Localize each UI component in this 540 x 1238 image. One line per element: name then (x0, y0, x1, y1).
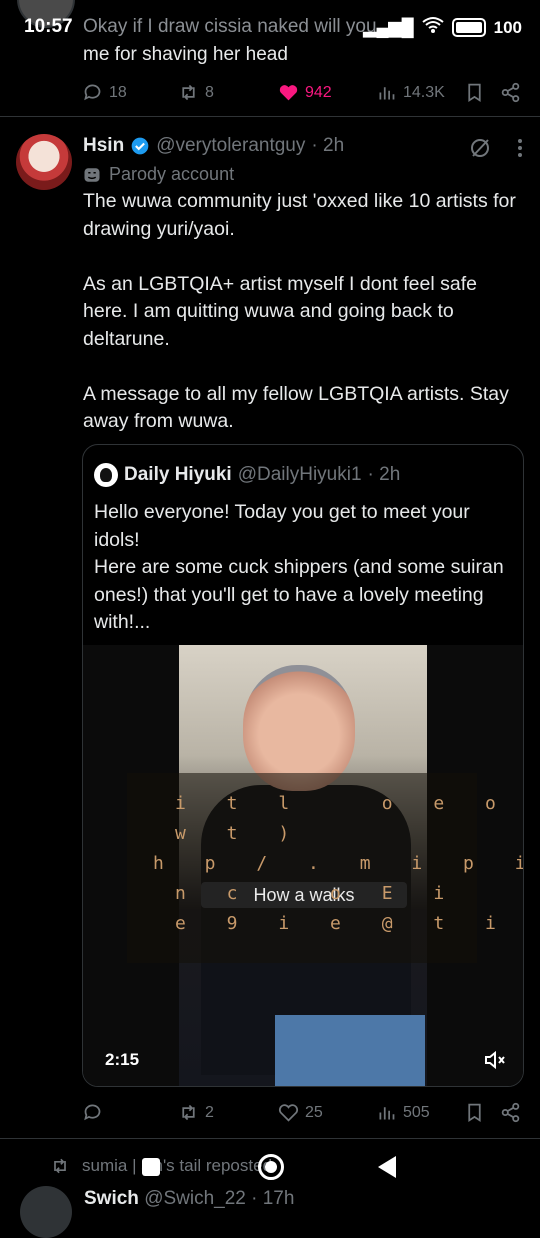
parody-label-text: Parody account (109, 164, 235, 184)
next-tweet-author[interactable]: Swich @Swich_22 · 17h (84, 1188, 294, 1210)
prev-tweet-text-line2: me for shaving her head (83, 44, 288, 65)
home-button[interactable] (258, 1154, 284, 1180)
share-icon (501, 82, 520, 103)
parody-label: Parody account (83, 164, 234, 185)
repost-button[interactable]: 8 (178, 82, 214, 103)
tweet-actions: 2 25 505 (82, 1102, 522, 1124)
video-player[interactable]: i t l o e o a : w t ) h p / . m i p i l … (83, 645, 523, 1086)
next-author-name: Swich (84, 1188, 139, 1209)
like-button[interactable]: 942 (278, 82, 332, 103)
overlay-row: e 9 i e @ t i i (175, 913, 524, 934)
tweet-paragraph: A message to all my fellow LGBTQIA artis… (83, 382, 509, 433)
quoted-author-name: Daily Hiyuki (124, 464, 232, 485)
repost-button[interactable]: 2 (178, 1102, 214, 1123)
tweet-body: The wuwa community just 'oxxed like 10 a… (83, 188, 523, 463)
bookmark-button[interactable] (464, 1102, 485, 1123)
system-nav-bar (0, 1150, 540, 1184)
video-duration: 2:15 (105, 1050, 140, 1069)
battery-level: 100 (493, 17, 522, 37)
author-row: Hsin @verytolerantguy · 2h (83, 135, 344, 157)
bookmark-icon (468, 83, 481, 103)
back-button[interactable] (378, 1156, 396, 1178)
like-count: 942 (305, 83, 332, 101)
reply-icon (84, 1104, 101, 1121)
status-icons: ▂▄▆█ 100 (363, 16, 522, 39)
share-button[interactable] (500, 1102, 521, 1123)
recents-button[interactable] (142, 1158, 160, 1176)
wifi-icon (422, 16, 444, 39)
reply-button[interactable] (82, 1102, 109, 1123)
share-icon (501, 1102, 520, 1123)
quoted-author-handle: @DailyHiyuki1 (237, 464, 362, 485)
bookmark-button[interactable] (464, 82, 485, 103)
repost-icon (182, 84, 195, 101)
next-tweet-avatar[interactable] (20, 1186, 72, 1238)
quoted-text-line: Hello everyone! Today you get to meet yo… (94, 501, 470, 551)
views-icon (379, 1107, 395, 1120)
views-button[interactable]: 505 (376, 1102, 430, 1123)
quoted-tweet-text: Hello everyone! Today you get to meet yo… (94, 499, 512, 637)
divider (0, 116, 540, 117)
mask-icon (84, 167, 100, 182)
views-count: 14.3K (403, 83, 445, 101)
prev-tweet-text-line1: Okay if I draw cissia naked will you (83, 16, 377, 37)
heart-icon (278, 1104, 299, 1122)
verified-badge-icon (131, 137, 149, 155)
like-button[interactable]: 25 (278, 1102, 323, 1123)
reply-button[interactable]: 18 (82, 82, 127, 103)
overlay-row: n c o E i (175, 883, 460, 904)
quoted-text-line: Here are some cuck shippers (and some su… (94, 556, 504, 633)
battery-icon (451, 18, 486, 37)
quoted-author-avatar (94, 463, 118, 487)
quoted-tweet-time: · 2h (367, 464, 401, 485)
views-button[interactable]: 14.3K (376, 82, 445, 103)
bookmark-icon (468, 1103, 481, 1123)
grok-icon[interactable] (468, 136, 492, 160)
status-time: 10:57 (24, 16, 73, 37)
reply-count: 18 (109, 83, 127, 101)
views-count: 505 (403, 1103, 430, 1121)
repost-icon (182, 1104, 195, 1121)
divider (0, 1138, 540, 1139)
quoted-author-row: Daily Hiyuki @DailyHiyuki1 · 2h (94, 463, 400, 487)
tweet-time: · 2h (311, 135, 345, 156)
tweet-paragraph: As an LGBTQIA+ artist myself I dont feel… (83, 272, 477, 350)
tweet-top-icons (468, 136, 524, 160)
overlay-row: h p / . m i p i l (153, 853, 523, 874)
repost-count: 2 (205, 1103, 214, 1121)
author-name[interactable]: Hsin (83, 135, 124, 157)
author-handle[interactable]: @verytolerantguy (156, 135, 305, 157)
prev-tweet-actions: 18 8 942 14.3K (82, 82, 522, 104)
views-icon (379, 87, 395, 100)
heart-filled-icon (279, 85, 298, 101)
overlay-row: w t ) (175, 823, 305, 844)
share-button[interactable] (500, 82, 521, 103)
mute-icon[interactable] (483, 1048, 507, 1072)
overlay-row: i t l o e o a : (175, 793, 511, 814)
signal-icon: ▂▄▆█ (363, 17, 414, 37)
repost-count: 8 (205, 83, 214, 101)
next-author-handle: @Swich_22 · 17h (144, 1188, 295, 1209)
quoted-tweet-card[interactable]: Daily Hiyuki @DailyHiyuki1 · 2h Hello ev… (82, 444, 524, 1087)
like-count: 25 (305, 1103, 323, 1121)
video-figure-legs (275, 1015, 425, 1086)
more-options-icon[interactable] (516, 137, 524, 159)
author-avatar[interactable] (16, 134, 72, 190)
tweet-paragraph: The wuwa community just 'oxxed like 10 a… (83, 190, 516, 240)
reply-icon (84, 84, 101, 101)
